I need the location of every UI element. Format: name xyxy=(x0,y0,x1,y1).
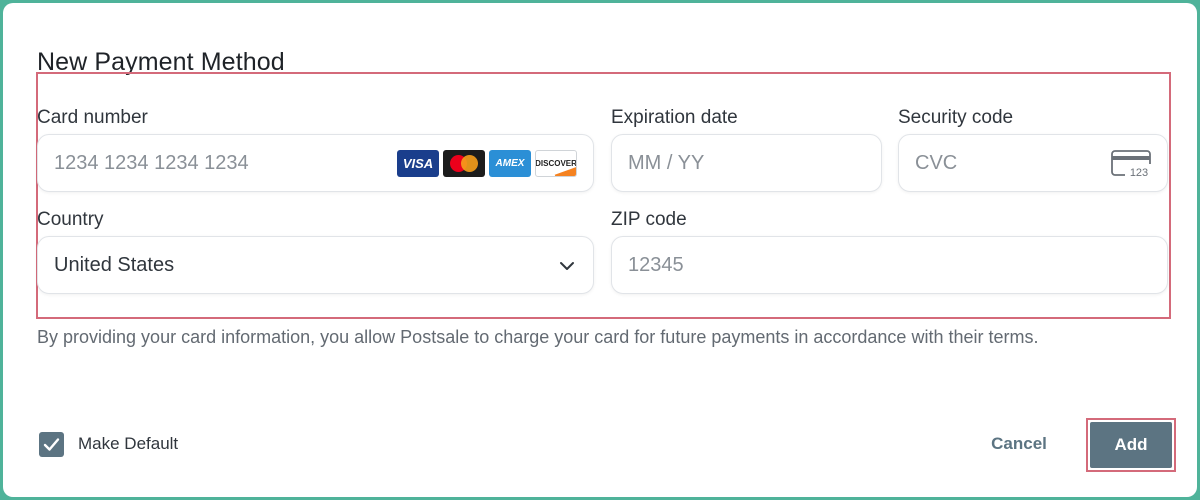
card-number-label: Card number xyxy=(37,107,148,128)
security-code-field[interactable]: 123 xyxy=(898,134,1168,192)
visa-logo-icon: VISA xyxy=(397,150,439,177)
zip-code-label: ZIP code xyxy=(611,209,687,230)
add-button[interactable]: Add xyxy=(1090,422,1172,468)
expiration-date-field[interactable] xyxy=(611,134,882,192)
card-brand-logos: VISA AMEX DISCOVER xyxy=(397,150,577,177)
expiration-date-label: Expiration date xyxy=(611,107,738,128)
card-number-field[interactable]: VISA AMEX DISCOVER xyxy=(37,134,594,192)
cancel-button[interactable]: Cancel xyxy=(963,425,1075,463)
expiration-date-input[interactable] xyxy=(628,135,868,191)
amex-logo-icon: AMEX xyxy=(489,150,531,177)
discover-logo-icon: DISCOVER xyxy=(535,150,577,177)
mastercard-logo-icon xyxy=(443,150,485,177)
checkmark-icon xyxy=(43,438,60,451)
chevron-down-icon xyxy=(560,262,574,270)
zip-code-field[interactable] xyxy=(611,236,1168,294)
make-default-checkbox[interactable] xyxy=(39,432,64,457)
make-default-label[interactable]: Make Default xyxy=(78,434,178,454)
country-select[interactable]: United States xyxy=(37,236,594,294)
zip-code-input[interactable] xyxy=(628,237,1128,293)
payment-method-dialog: New Payment Method Card number VISA AMEX… xyxy=(3,3,1197,497)
security-code-label: Security code xyxy=(898,107,1014,128)
svg-text:123: 123 xyxy=(1130,167,1148,179)
cvc-card-icon: 123 xyxy=(1111,150,1153,179)
card-authorization-disclaimer: By providing your card information, you … xyxy=(37,327,1039,347)
security-code-input[interactable] xyxy=(915,135,1095,191)
country-selected-value: United States xyxy=(54,254,175,276)
card-number-input[interactable] xyxy=(54,135,384,191)
country-label: Country xyxy=(37,209,104,230)
